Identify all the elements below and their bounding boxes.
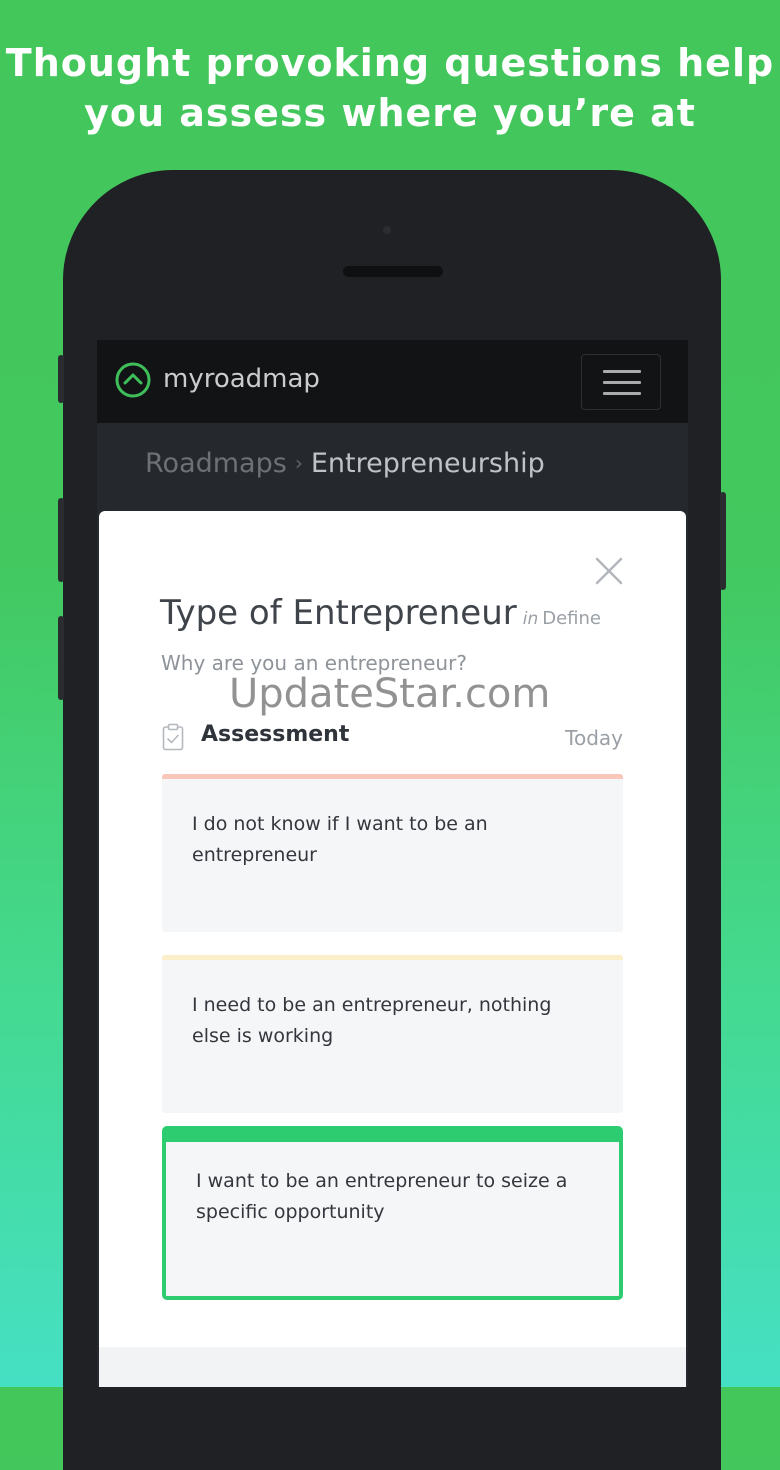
option-text: I need to be an entrepreneur, nothing el… (192, 994, 552, 1047)
app-logo-text[interactable]: myroadmap (163, 364, 320, 394)
clipboard-check-icon (162, 723, 184, 751)
side-button-left-2 (58, 498, 64, 582)
headline: Thought provoking questions help you ass… (0, 38, 780, 138)
headline-line-1: Thought provoking questions help (5, 41, 775, 85)
hamburger-menu-icon (603, 370, 641, 373)
in-label: in (522, 609, 539, 629)
modal-title: Type of Entrepreneur in Define (160, 593, 601, 633)
watermark: UpdateStar.com (229, 671, 551, 717)
assessment-modal: Type of Entrepreneur in Define Why are you… (99, 511, 686, 1387)
modal-footer (99, 1347, 686, 1387)
close-icon[interactable] (593, 555, 625, 587)
side-button-left-1 (58, 355, 64, 403)
phone-speaker (343, 266, 443, 277)
assessment-option-1[interactable]: I do not know if I want to be an entrepr… (162, 774, 623, 932)
front-camera (383, 226, 391, 234)
hamburger-menu-button[interactable] (581, 354, 661, 410)
chevron-right-icon: › (294, 451, 303, 475)
side-button-right (720, 492, 726, 590)
assessment-date: Today (565, 726, 623, 750)
assessment-title: Assessment (201, 722, 350, 747)
breadcrumb: Roadmaps › Entrepreneurship (145, 448, 545, 479)
side-button-left-3 (58, 616, 64, 700)
chevron-up-circle-icon[interactable] (115, 362, 151, 398)
headline-line-2: you assess where you’re at (84, 91, 696, 135)
option-text: I do not know if I want to be an entrepr… (192, 813, 488, 866)
phone-screen: myroadmap Roadmaps › Entrepreneurship Type… (97, 340, 688, 1387)
breadcrumb-roadmaps-link[interactable]: Roadmaps (145, 448, 287, 479)
breadcrumb-current: Entrepreneurship (310, 448, 545, 479)
assessment-option-2[interactable]: I need to be an entrepreneur, nothing el… (162, 955, 623, 1113)
option-text: I want to be an entrepreneur to seize a … (196, 1170, 568, 1223)
modal-title-text: Type of Entrepreneur (160, 593, 517, 633)
assessment-option-3-selected[interactable]: I want to be an entrepreneur to seize a … (162, 1126, 623, 1300)
section-link[interactable]: Define (542, 608, 601, 629)
app-navbar: myroadmap (97, 340, 688, 423)
